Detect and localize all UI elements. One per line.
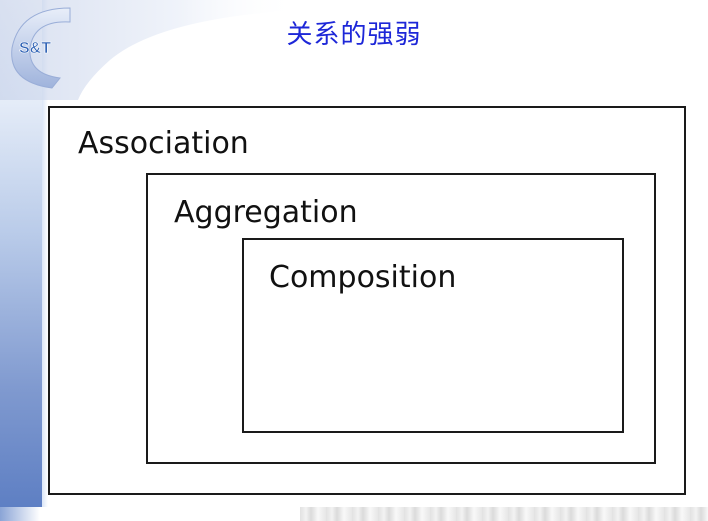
- slide-title: 关系的强弱: [286, 20, 422, 50]
- aggregation-label: Aggregation: [174, 195, 358, 230]
- bottom-decorative-strip: [300, 507, 708, 521]
- composition-box: Composition: [242, 238, 624, 433]
- relationship-diagram: Association Aggregation Composition: [48, 106, 686, 495]
- bottom-left-strip: [0, 507, 300, 521]
- aggregation-box: Aggregation Composition: [146, 173, 656, 464]
- composition-label: Composition: [269, 260, 457, 295]
- association-label: Association: [78, 126, 249, 161]
